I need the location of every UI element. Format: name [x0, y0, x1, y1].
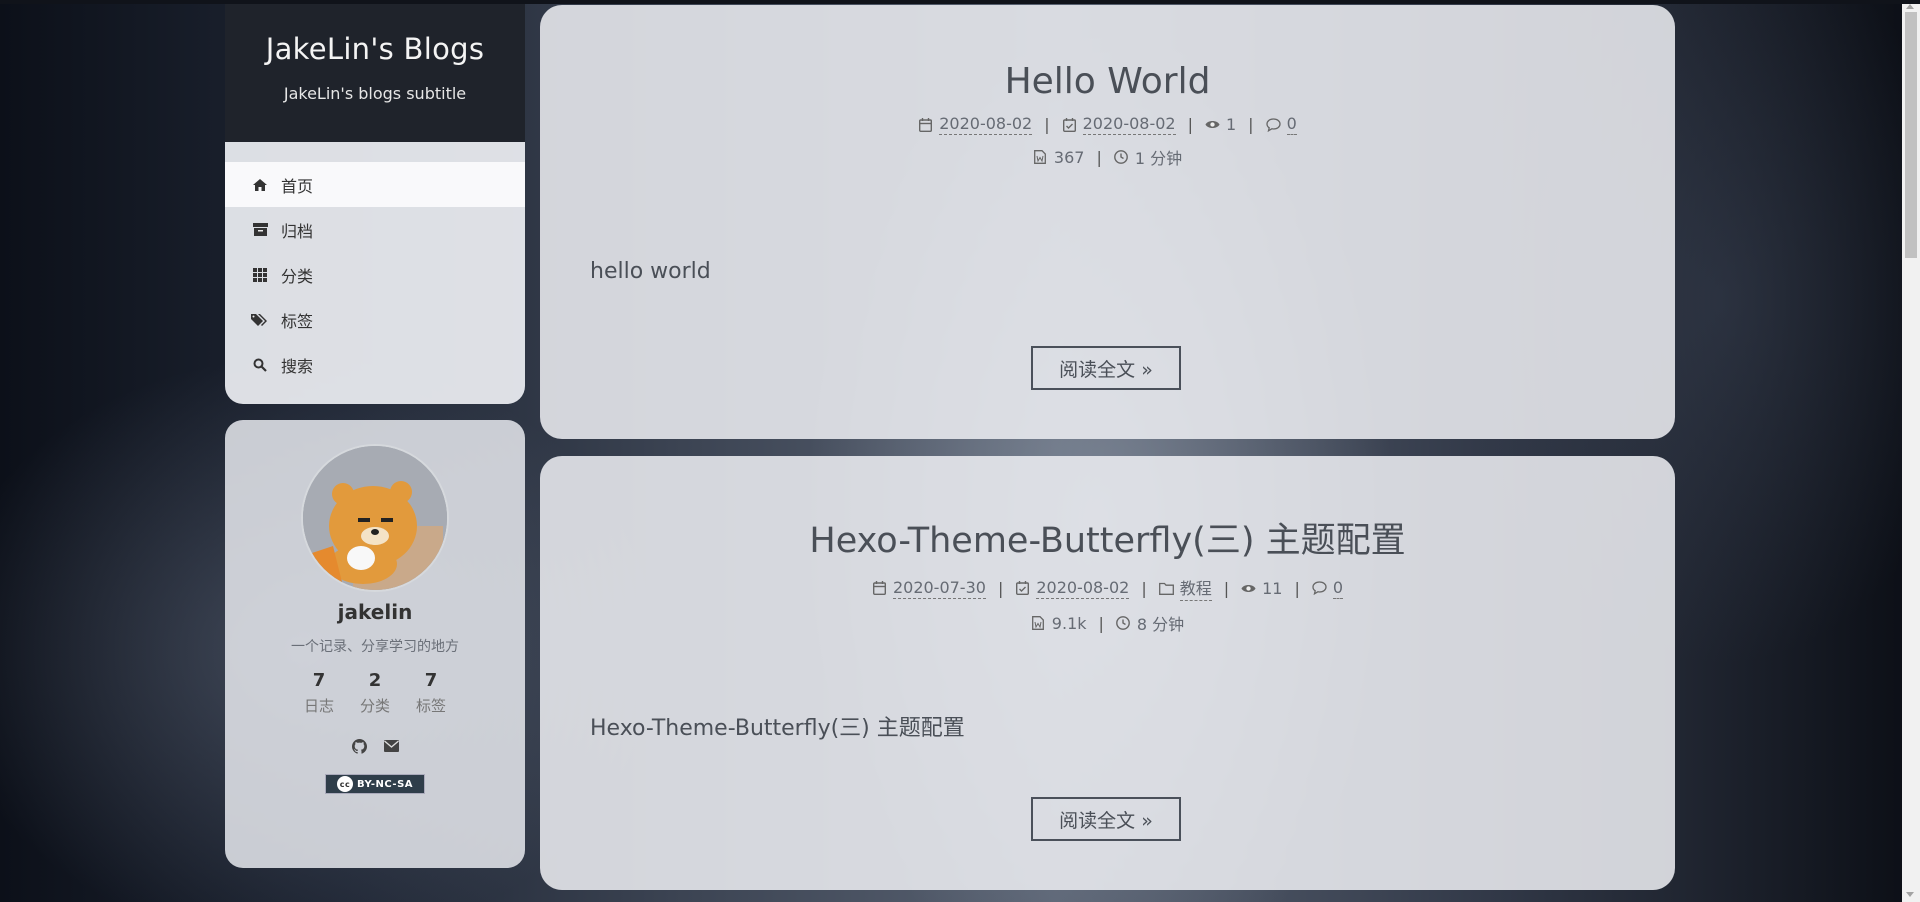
- post-comments[interactable]: 0: [1332, 578, 1344, 599]
- menu-item-label: 分类: [281, 266, 314, 286]
- stat-count: 2: [368, 670, 382, 691]
- author-description: 一个记录、分享学习的地方: [291, 639, 459, 655]
- license-label: BY-NC-SA: [356, 778, 414, 790]
- post-comments[interactable]: 0: [1286, 114, 1297, 135]
- post-excerpt: hello world: [590, 259, 711, 284]
- calendar-check-icon: [1062, 117, 1077, 132]
- post-title[interactable]: Hexo-Theme-Butterfly(三) 主题配置: [540, 512, 1675, 563]
- post-word-count: 9.1k: [1051, 613, 1087, 633]
- folder-icon: [1158, 581, 1174, 596]
- post-read-time: 1 分钟: [1134, 149, 1183, 168]
- post-excerpt: Hexo-Theme-Butterfly(三) 主题配置: [590, 716, 965, 741]
- post-updated-date[interactable]: 2020-08-02: [1036, 578, 1130, 599]
- eye-icon: [1205, 117, 1220, 132]
- stat-count: 7: [312, 670, 326, 691]
- menu-item-label: 标签: [281, 311, 314, 331]
- post-updated-date[interactable]: 2020-08-02: [1082, 114, 1176, 135]
- meta-separator: |: [1187, 115, 1193, 134]
- calendar-check-icon: [1015, 581, 1030, 596]
- site-subtitle: JakeLin's blogs subtitle: [283, 84, 467, 103]
- stat-categories[interactable]: 2 分类: [347, 670, 403, 716]
- meta-separator: |: [1223, 578, 1230, 598]
- clock-icon: [1114, 150, 1129, 165]
- stat-tags[interactable]: 7 标签: [403, 670, 459, 716]
- comment-icon: [1265, 117, 1281, 132]
- cc-icon: cc: [336, 776, 353, 792]
- site-title[interactable]: JakeLin's Blogs: [225, 32, 525, 66]
- avatar: [301, 444, 449, 592]
- menu-item-label: 归档: [281, 221, 314, 241]
- post-word-count: 367: [1053, 147, 1085, 167]
- author-stats: 7 日志 2 分类 7 标签: [225, 670, 525, 716]
- post-meta: 2020-08-02 | 2020-08-02 | 1 | 0: [540, 114, 1675, 135]
- social-links: [225, 738, 525, 754]
- calendar-icon: [918, 117, 933, 132]
- post-views: 11: [1262, 578, 1283, 598]
- cc-license-badge[interactable]: cc BY-NC-SA: [325, 774, 425, 794]
- post-meta-wordcount: 9.1k | 8 分钟: [540, 611, 1675, 635]
- post-card: Hello World 2020-08-02 | 2020-08-02 | 1 …: [540, 5, 1675, 439]
- meta-separator: |: [1141, 578, 1147, 598]
- tags-icon: [251, 311, 269, 329]
- meta-separator: |: [997, 578, 1004, 598]
- site-header: JakeLin's Blogs JakeLin's blogs subtitle: [225, 4, 525, 142]
- post-category[interactable]: 教程: [1179, 575, 1212, 601]
- meta-separator: |: [1096, 147, 1102, 167]
- file-word-icon: [1033, 150, 1048, 165]
- search-icon: [251, 356, 269, 374]
- th-icon: [251, 266, 269, 284]
- home-icon: [251, 176, 269, 194]
- scroll-up-arrow-icon[interactable]: [1906, 4, 1914, 9]
- menu-item-label: 首页: [281, 176, 314, 196]
- archive-icon: [251, 221, 269, 239]
- scrollbar-thumb[interactable]: [1905, 12, 1917, 258]
- menu-item-archive[interactable]: 归档: [225, 207, 525, 252]
- read-more-button[interactable]: 阅读全文 »: [1031, 346, 1181, 390]
- author-name: jakelin: [337, 600, 413, 624]
- sidebar-menu: 首页 归档 分类 标签 搜索: [225, 142, 525, 404]
- meta-separator: |: [1294, 578, 1300, 598]
- comment-icon: [1312, 581, 1327, 596]
- post-views: 1: [1225, 115, 1237, 134]
- meta-separator: |: [1044, 115, 1050, 134]
- stat-count: 7: [424, 670, 438, 691]
- email-icon[interactable]: [383, 738, 399, 754]
- clock-icon: [1116, 616, 1131, 631]
- github-icon[interactable]: [351, 738, 367, 754]
- menu-item-tags[interactable]: 标签: [225, 297, 525, 342]
- eye-icon: [1241, 581, 1256, 596]
- post-meta-wordcount: 367 | 1 分钟: [540, 145, 1675, 169]
- stat-label: 标签: [415, 697, 446, 715]
- post-read-time: 8 分钟: [1136, 615, 1185, 634]
- meta-separator: |: [1248, 115, 1254, 134]
- author-card: jakelin 一个记录、分享学习的地方 7 日志 2 分类 7 标签 cc B…: [225, 420, 525, 868]
- file-word-icon: [1031, 616, 1046, 631]
- read-more-button[interactable]: 阅读全文 »: [1031, 797, 1181, 841]
- stat-posts[interactable]: 7 日志: [291, 670, 347, 716]
- scroll-down-arrow-icon[interactable]: [1906, 892, 1914, 897]
- menu-item-categories[interactable]: 分类: [225, 252, 525, 297]
- post-title[interactable]: Hello World: [540, 61, 1675, 102]
- calendar-icon: [872, 581, 887, 596]
- post-card: Hexo-Theme-Butterfly(三) 主题配置 2020-07-30 …: [540, 456, 1675, 890]
- post-meta: 2020-07-30 | 2020-08-02 | 教程 | 11 | 0: [540, 575, 1675, 601]
- stat-label: 分类: [359, 697, 390, 715]
- menu-item-search[interactable]: 搜索: [225, 342, 525, 387]
- menu-item-label: 搜索: [281, 356, 314, 376]
- menu-item-home[interactable]: 首页: [225, 162, 525, 207]
- stat-label: 日志: [303, 697, 334, 715]
- meta-separator: |: [1098, 613, 1104, 633]
- post-created-date[interactable]: 2020-08-02: [939, 114, 1033, 135]
- post-created-date[interactable]: 2020-07-30: [892, 578, 986, 599]
